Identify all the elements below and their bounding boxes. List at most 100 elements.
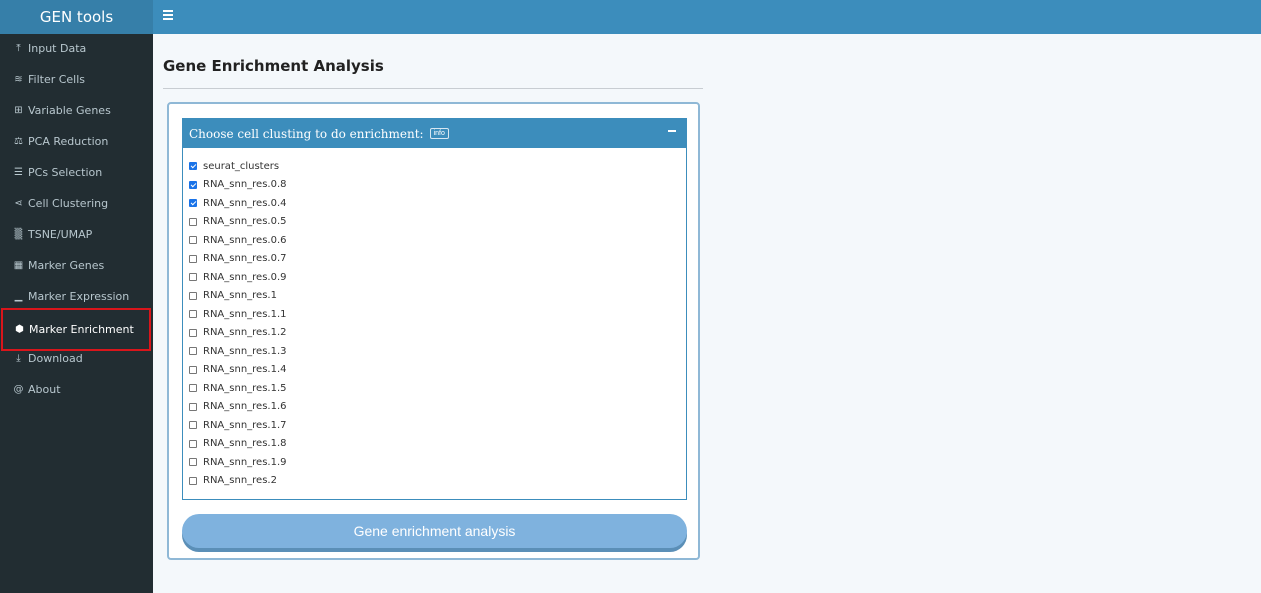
checkbox-label[interactable]: RNA_snn_res.1.7 [203,420,287,431]
sidebar-item-variable-genes[interactable]: ⊞ Variable Genes [0,95,153,126]
sidebar-item-about[interactable]: @ About [0,374,153,405]
upload-icon: ⤒ [16,43,21,54]
sidebar-item-tsne-umap[interactable]: ▒ TSNE/UMAP [0,219,153,250]
cluster-checkbox[interactable] [189,310,197,319]
checkbox-row: RNA_snn_res.1 [189,287,287,306]
title-divider [163,88,703,89]
cluster-checkbox[interactable] [189,328,197,337]
sidebar-item-cell-clustering[interactable]: ⋖ Cell Clustering [0,188,153,219]
sidebar-item-label: Download [28,352,83,365]
sidebar-item-label: Input Data [28,42,87,55]
sidebar-item-marker-genes[interactable]: ▦ Marker Genes [0,250,153,281]
checkbox-label[interactable]: RNA_snn_res.0.5 [203,216,287,227]
table-icon: ▦ [13,260,24,271]
cluster-checkbox[interactable] [189,273,197,282]
sidebar-item-pcs-selection[interactable]: ☰ PCs Selection [0,157,153,188]
info-button[interactable]: info [429,128,449,139]
checkbox-row: seurat_clusters [189,157,287,176]
checkbox-row: RNA_snn_res.1.3 [189,342,287,361]
gene-enrichment-button[interactable]: Gene enrichment analysis [182,514,687,548]
cluster-checkbox[interactable] [189,402,197,411]
checkbox-label[interactable]: RNA_snn_res.1.5 [203,383,287,394]
cluster-checkbox[interactable] [189,162,197,171]
checkbox-label[interactable]: RNA_snn_res.1.9 [203,457,287,468]
checkbox-label[interactable]: RNA_snn_res.2 [203,475,277,486]
cluster-checkbox[interactable] [189,421,197,430]
checkbox-label[interactable]: RNA_snn_res.0.4 [203,198,287,209]
checkbox-label[interactable]: RNA_snn_res.0.9 [203,272,287,283]
panel-header: Choose cell clusting to do enrichment: i… [183,119,686,148]
checkbox-label[interactable]: RNA_snn_res.0.8 [203,179,287,190]
checkbox-row: RNA_snn_res.1.9 [189,453,287,472]
layers-icon: ≋ [14,74,23,85]
cluster-checkbox[interactable] [189,236,197,245]
checkbox-label[interactable]: seurat_clusters [203,161,279,172]
checkbox-label[interactable]: RNA_snn_res.1.8 [203,438,287,449]
sidebar-item-input-data[interactable]: ⤒ Input Data [0,33,153,64]
sidebar-item-label: Marker Genes [28,259,105,272]
cluster-checkbox[interactable] [189,439,197,448]
sidebar: ⤒ Input Data ≋ Filter Cells ⊞ Variable Genes ⚖… [0,34,153,593]
checkbox-row: RNA_snn_res.1.5 [189,379,287,398]
sidebar-item-pca-reduction[interactable]: ⚖ PCA Reduction [0,126,153,157]
sidebar-item-download[interactable]: ⤓ Download [0,343,153,374]
checkbox-label[interactable]: RNA_snn_res.1 [203,290,277,301]
cluster-checkbox[interactable] [189,347,197,356]
cluster-checkbox[interactable] [189,476,197,485]
share-icon: ⋖ [14,198,23,209]
grid-icon: ⊞ [14,105,23,116]
checkbox-row: RNA_snn_res.1.7 [189,416,287,435]
sidebar-item-label: TSNE/UMAP [28,228,93,241]
enrichment-box: Choose cell clusting to do enrichment: i… [167,102,700,560]
sidebar-item-label: Marker Enrichment [29,323,134,336]
cluster-checkbox[interactable] [189,199,197,208]
download-icon: ⤓ [16,353,21,364]
cluster-checkbox[interactable] [189,458,197,467]
checkbox-label[interactable]: RNA_snn_res.1.4 [203,364,287,375]
clustering-checkbox-list: seurat_clusters RNA_snn_res.0.8 RNA_snn_re… [189,157,287,490]
checkbox-label[interactable]: RNA_snn_res.0.7 [203,253,287,264]
sidebar-item-label: About [28,383,61,396]
checkbox-row: RNA_snn_res.1.6 [189,398,287,417]
cluster-checkbox[interactable] [189,365,197,374]
collapse-icon[interactable] [668,130,676,132]
top-navbar [153,0,1261,34]
sidebar-item-label: Marker Expression [28,290,130,303]
cluster-selection-panel: Choose cell clusting to do enrichment: i… [182,118,687,500]
checkbox-label[interactable]: RNA_snn_res.1.2 [203,327,287,338]
checkbox-row: RNA_snn_res.2 [189,472,287,491]
sidebar-item-label: Variable Genes [28,104,111,117]
cluster-checkbox[interactable] [189,384,197,393]
cluster-checkbox[interactable] [189,180,197,189]
list-icon: ☰ [14,167,23,178]
checkbox-label[interactable]: RNA_snn_res.1.3 [203,346,287,357]
sidebar-item-label: PCs Selection [28,166,103,179]
panel-header-label: Choose cell clusting to do enrichment: [189,126,424,141]
balance-icon: ⚖ [14,136,23,147]
checkbox-row: RNA_snn_res.0.5 [189,213,287,232]
at-icon: @ [13,384,24,395]
checkbox-label[interactable]: RNA_snn_res.1.1 [203,309,287,320]
sidebar-item-filter-cells[interactable]: ≋ Filter Cells [0,64,153,95]
checkbox-row: RNA_snn_res.0.9 [189,268,287,287]
hamburger-menu-icon[interactable] [163,10,173,22]
sidebar-item-label: PCA Reduction [28,135,109,148]
cluster-checkbox[interactable] [189,217,197,226]
checkbox-row: RNA_snn_res.0.6 [189,231,287,250]
checkbox-row: RNA_snn_res.1.2 [189,324,287,343]
sidebar-item-label: Filter Cells [28,73,86,86]
checkbox-row: RNA_snn_res.1.8 [189,435,287,454]
app-title: GEN tools [0,0,153,34]
checkbox-row: RNA_snn_res.0.4 [189,194,287,213]
dots-icon: ▒ [14,229,23,240]
checkbox-label[interactable]: RNA_snn_res.1.6 [203,401,287,412]
checkbox-row: RNA_snn_res.1.1 [189,305,287,324]
page-title: Gene Enrichment Analysis [163,57,384,75]
checkbox-row: RNA_snn_res.0.8 [189,176,287,195]
cluster-checkbox[interactable] [189,254,197,263]
checkbox-label[interactable]: RNA_snn_res.0.6 [203,235,287,246]
sidebar-item-label: Cell Clustering [28,197,109,210]
cube-icon: ⬢ [15,324,24,335]
cluster-checkbox[interactable] [189,291,197,300]
checkbox-row: RNA_snn_res.1.4 [189,361,287,380]
